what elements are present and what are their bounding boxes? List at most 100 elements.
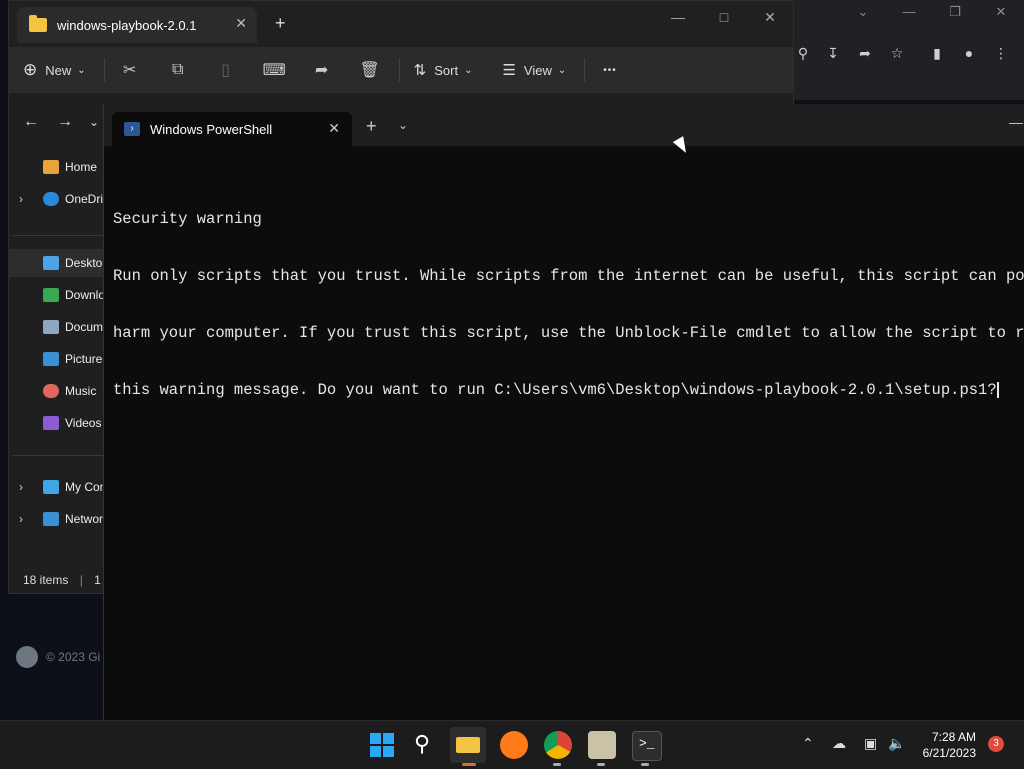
explorer-nav-buttons: ← → ⌄ bbox=[9, 105, 109, 141]
sidebar-item-label: Pictures bbox=[65, 352, 105, 366]
github-logo-icon bbox=[16, 646, 38, 668]
sidebar-icon[interactable]: ▮ bbox=[926, 42, 948, 64]
toolbar-divider bbox=[103, 58, 105, 82]
sidebar-item-documents[interactable]: Documents bbox=[9, 313, 105, 341]
share-icon[interactable]: ➦ bbox=[854, 42, 876, 64]
show-hidden-icons-chevron-icon[interactable]: ⌃ bbox=[802, 735, 814, 752]
chevron-right-icon[interactable]: › bbox=[19, 480, 23, 494]
sidebar-item-network[interactable]: › Network bbox=[9, 505, 105, 533]
new-label: New bbox=[45, 62, 72, 78]
view-button[interactable]: ☰ View ⌄ bbox=[502, 61, 566, 79]
toolbar-divider bbox=[584, 58, 586, 82]
delete-icon[interactable]: 🗑 bbox=[359, 60, 381, 80]
close-icon[interactable]: ✕ bbox=[986, 4, 1016, 20]
back-arrow-icon[interactable]: ← bbox=[23, 113, 39, 131]
copy-icon[interactable]: ⧉ bbox=[167, 61, 189, 79]
profile-icon[interactable]: ● bbox=[958, 42, 980, 64]
notification-badge[interactable]: 3 bbox=[988, 736, 1004, 752]
restore-icon[interactable]: ❐ bbox=[940, 4, 970, 20]
cut-icon[interactable]: ✂ bbox=[119, 60, 141, 80]
clock-time: 7:28 AM bbox=[931, 730, 976, 744]
chrome-icon[interactable] bbox=[544, 731, 572, 759]
app-open-indicator bbox=[553, 763, 561, 766]
terminal-icon[interactable]: >_ bbox=[632, 731, 662, 761]
sort-label: Sort bbox=[434, 62, 459, 78]
sidebar-item-music[interactable]: Music bbox=[9, 377, 105, 405]
output-line: Run only scripts that you trust. While s… bbox=[113, 267, 1024, 285]
chevron-down-icon[interactable]: ⌄ bbox=[848, 4, 878, 20]
warning-heading: Security warning bbox=[113, 210, 262, 228]
sidebar-item-label: Videos bbox=[65, 416, 102, 430]
more-options-button[interactable]: ••• bbox=[603, 65, 617, 76]
status-divider: | bbox=[79, 573, 83, 587]
maximize-icon[interactable]: □ bbox=[709, 9, 739, 25]
recent-chevron-icon[interactable]: ⌄ bbox=[89, 115, 99, 129]
search-icon: ⚲ bbox=[414, 731, 431, 756]
sidebar-item-my-computer[interactable]: › My Computer bbox=[9, 473, 105, 501]
minimize-icon[interactable]: — bbox=[663, 9, 693, 25]
sort-icon: ⇅ bbox=[413, 62, 427, 79]
sidebar-item-label: Documents bbox=[65, 320, 105, 334]
search-icon[interactable]: ⚲ bbox=[792, 42, 814, 64]
minimize-icon[interactable]: — bbox=[1009, 114, 1023, 130]
sidebar-item-label: Desktop bbox=[65, 256, 105, 270]
new-tab-icon[interactable]: + bbox=[366, 116, 377, 137]
sidebar-item-pictures[interactable]: Pictures bbox=[9, 345, 105, 373]
minimize-icon[interactable]: — bbox=[894, 4, 924, 19]
volume-icon[interactable]: 🔈 bbox=[888, 735, 905, 752]
close-tab-icon[interactable]: ✕ bbox=[328, 120, 340, 137]
folder-icon bbox=[29, 15, 47, 32]
app-open-indicator bbox=[641, 763, 649, 766]
chevron-right-icon[interactable]: › bbox=[19, 512, 23, 526]
sidebar-divider bbox=[13, 235, 103, 236]
taskbar-file-explorer[interactable] bbox=[450, 727, 486, 763]
close-tab-icon[interactable]: ✕ bbox=[235, 15, 247, 32]
sidebar-item-onedrive[interactable]: › OneDrive bbox=[9, 185, 105, 213]
sidebar-item-label: Music bbox=[65, 384, 97, 398]
explorer-command-bar: ⊕ New ⌄ ✂ ⧉ ▯ ⌨ ➦ 🗑 ⇅ Sort ⌄ ☰ View ⌄ ••… bbox=[9, 47, 793, 93]
search-button[interactable]: ⚲ bbox=[412, 731, 440, 759]
onedrive-status-icon[interactable]: ☁ bbox=[832, 735, 846, 752]
download-icon[interactable]: ↧ bbox=[822, 42, 844, 64]
forward-arrow-icon[interactable]: → bbox=[57, 113, 73, 131]
sidebar-item-home[interactable]: Home bbox=[9, 153, 105, 181]
sort-button[interactable]: ⇅ Sort ⌄ bbox=[414, 61, 473, 79]
videos-icon bbox=[43, 416, 59, 430]
terminal-tab[interactable]: › Windows PowerShell ✕ bbox=[112, 112, 352, 146]
sidebar-item-label: My Computer bbox=[65, 480, 105, 494]
firefox-icon[interactable] bbox=[500, 731, 528, 759]
sidebar-item-videos[interactable]: Videos bbox=[9, 409, 105, 437]
rename-icon[interactable]: ⌨ bbox=[263, 60, 286, 80]
system-clock[interactable]: 7:28 AM 6/21/2023 bbox=[916, 729, 976, 761]
sidebar-item-downloads[interactable]: Downloads bbox=[9, 281, 105, 309]
powershell-window: › Windows PowerShell ✕ + ⌄ — Security wa… bbox=[103, 104, 1024, 720]
paste-icon[interactable]: ▯ bbox=[215, 60, 237, 80]
sidebar-item-desktop[interactable]: Desktop bbox=[9, 249, 105, 277]
chevron-down-icon: ⌄ bbox=[464, 64, 473, 76]
output-line: this warning message. Do you want to run… bbox=[113, 381, 997, 399]
download-icon bbox=[43, 288, 59, 302]
home-icon bbox=[43, 160, 59, 174]
chevron-right-icon[interactable]: › bbox=[19, 192, 23, 206]
new-tab-icon[interactable]: + bbox=[275, 13, 286, 34]
start-button[interactable] bbox=[368, 731, 396, 759]
menu-icon[interactable]: ⋮ bbox=[990, 42, 1012, 64]
close-icon[interactable]: ✕ bbox=[755, 9, 785, 26]
footer-copyright: © 2023 Gi bbox=[46, 650, 101, 664]
view-icon: ☰ bbox=[502, 62, 516, 79]
share-icon[interactable]: ➦ bbox=[311, 60, 333, 80]
chevron-down-icon[interactable]: ⌄ bbox=[398, 118, 408, 132]
terminal-output[interactable]: Security warning Run only scripts that y… bbox=[113, 172, 1024, 438]
explorer-tab[interactable]: windows-playbook-2.0.1 ✕ bbox=[17, 7, 257, 43]
bookmark-star-icon[interactable]: ☆ bbox=[886, 42, 908, 64]
sidebar-item-label: Network bbox=[65, 512, 105, 526]
output-line: harm your computer. If you trust this sc… bbox=[113, 324, 1024, 342]
terminal-tab-title: Windows PowerShell bbox=[150, 121, 273, 137]
network-icon[interactable]: ▣ bbox=[864, 735, 877, 752]
computer-icon bbox=[43, 480, 59, 494]
chevron-down-icon: ⌄ bbox=[77, 64, 86, 76]
text-cursor bbox=[996, 381, 999, 398]
documents-icon bbox=[43, 320, 59, 334]
new-button[interactable]: ⊕ New ⌄ bbox=[23, 60, 86, 80]
virtualbox-icon[interactable] bbox=[588, 731, 616, 759]
